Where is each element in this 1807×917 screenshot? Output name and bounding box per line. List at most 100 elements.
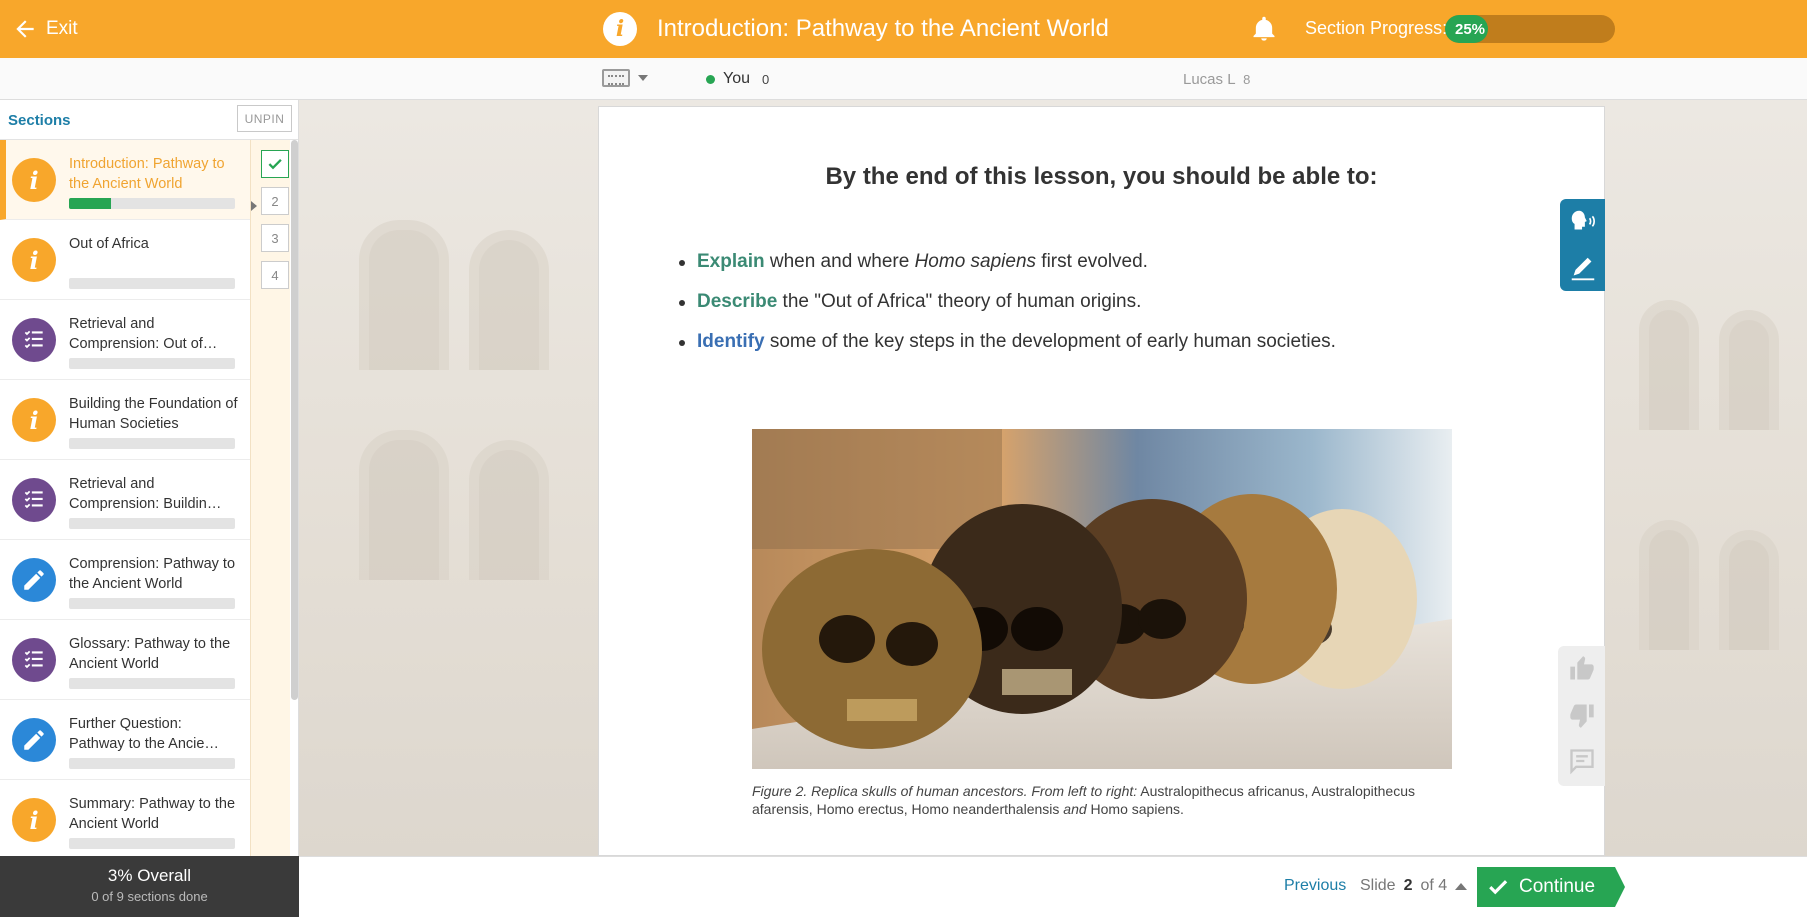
current-slide-arrow-icon (251, 201, 257, 211)
section-progress-fill: 25% (1445, 15, 1488, 43)
presence-you-label: You (723, 70, 750, 87)
objective-text: when and where (764, 251, 915, 272)
section-progress-track (69, 438, 235, 449)
feedback-tools (1558, 646, 1605, 786)
background-arch (469, 230, 549, 370)
unpin-button[interactable]: UNPIN (237, 105, 292, 132)
background-arch (1719, 310, 1779, 430)
objective-item: Describe the "Out of Africa" theory of h… (679, 291, 1336, 331)
section-progress-track (69, 198, 235, 209)
comment-button[interactable] (1558, 738, 1605, 784)
sidebar-section-item[interactable]: i Out of Africa (0, 220, 250, 300)
info-icon: i (12, 798, 56, 842)
slide-number-button[interactable]: 2 (261, 187, 289, 215)
objective-keyword: Explain (697, 251, 765, 272)
exit-label: Exit (46, 18, 78, 39)
background-arch (1639, 300, 1699, 430)
sidebar-section-item[interactable]: i Introduction: Pathway to the Ancient Wo… (0, 140, 250, 220)
slide-heading: By the end of this lesson, you should be… (825, 163, 1378, 190)
objectives-list: Explain when and where Homo sapiens firs… (679, 251, 1336, 371)
checklist-icon (12, 638, 56, 682)
background-arch (469, 440, 549, 580)
keyboard-icon (602, 69, 630, 87)
slide-number-button[interactable]: 3 (261, 224, 289, 252)
thumbs-up-button[interactable] (1558, 646, 1605, 692)
sidebar-section-label: Retrieval and Comprension: Out of… (69, 316, 218, 352)
objective-text: the "Out of Africa" theory of human orig… (777, 291, 1142, 312)
sidebar-section-item[interactable]: Further Question: Pathway to the Ancie… (0, 700, 250, 780)
arrow-left-icon (16, 20, 34, 38)
objective-item: Identify some of the key steps in the de… (679, 331, 1336, 371)
info-icon: i (12, 398, 56, 442)
sidebar-scrollbar[interactable] (291, 140, 298, 700)
presence-you: You 0 (706, 70, 769, 88)
sidebar-section-label: Out of Africa (69, 236, 149, 252)
sidebar-section-label: Retrieval and Comprension: Buildin… (69, 476, 222, 512)
sidebar-section-item[interactable]: i Summary: Pathway to the Ancient World (0, 780, 250, 856)
previous-button[interactable]: Previous (1284, 877, 1346, 895)
sidebar-section-label: Building the Foundation of Human Societi… (69, 396, 238, 432)
online-dot-icon (706, 74, 715, 84)
info-icon: i (12, 238, 56, 282)
skulls-illustration (752, 429, 1452, 769)
slide-rail: 2 3 4 (250, 140, 290, 856)
figure-caption: Figure 2. Replica skulls of human ancest… (752, 782, 1462, 818)
page-title: Introduction: Pathway to the Ancient Wor… (657, 15, 1109, 42)
thumbs-down-button[interactable] (1558, 692, 1605, 738)
objective-keyword: Identify (697, 331, 765, 352)
info-icon: i (603, 12, 637, 46)
exit-button[interactable]: Exit (12, 14, 78, 44)
slide-number-button[interactable] (261, 150, 289, 178)
bottom-nav: Previous Slide 2 of 4 Continue (299, 856, 1807, 917)
top-bar: Exit i Introduction: Pathway to the Anci… (0, 0, 1807, 58)
info-icon: i (12, 158, 56, 202)
continue-button[interactable]: Continue (1477, 867, 1625, 907)
checklist-icon (12, 318, 56, 362)
text-to-speech-button[interactable] (1560, 199, 1605, 245)
section-progress-bar: 25% (1445, 15, 1615, 43)
overall-progress: 3% Overall 0 of 9 sections done (0, 856, 299, 917)
sidebar-section-label: Introduction: Pathway to the Ancient Wor… (69, 156, 225, 192)
thumbs-up-icon (1569, 656, 1594, 680)
chevron-up-icon[interactable] (1455, 882, 1468, 890)
sidebar-section-item[interactable]: Retrieval and Comprension: Out of… (0, 300, 250, 380)
section-progress-track (69, 358, 235, 369)
side-tools (1560, 199, 1605, 291)
keyboard-dropdown[interactable] (602, 69, 648, 87)
overall-progress-percent: 3% Overall (107, 866, 192, 885)
sidebar-section-item[interactable]: Comprension: Pathway to the Ancient Worl… (0, 540, 250, 620)
caption-and: and (1063, 801, 1087, 817)
annotate-button[interactable] (1560, 245, 1605, 291)
sidebar-section-label: Glossary: Pathway to the Ancient World (69, 636, 231, 672)
skulls-photo (752, 429, 1452, 769)
bell-icon[interactable] (1250, 14, 1278, 44)
slide-number-button[interactable]: 4 (261, 261, 289, 289)
sidebar-section-item[interactable]: i Building the Foundation of Human Societ… (0, 380, 250, 460)
section-progress-track (69, 518, 235, 529)
caption-lead: Figure 2. Replica skulls of human ancest… (752, 783, 1138, 799)
title-group: i Introduction: Pathway to the Ancient W… (603, 12, 1109, 46)
presence-peer-name: Lucas L (1183, 71, 1235, 88)
sidebar-header: Sections UNPIN (0, 100, 298, 140)
objective-text: some of the key steps in the development… (764, 331, 1336, 352)
thumbs-down-icon (1569, 704, 1594, 728)
section-progress-value: 25% (1455, 20, 1486, 38)
section-progress-label: Section Progress: (1305, 18, 1448, 38)
pen-icon (1571, 257, 1594, 281)
objective-text-end: first evolved. (1036, 251, 1148, 272)
background-arch (359, 220, 449, 370)
pencil-icon (12, 558, 56, 602)
section-progress-track (69, 678, 235, 689)
sidebar-section-item[interactable]: Retrieval and Comprension: Buildin… (0, 460, 250, 540)
continue-label: Continue (1519, 876, 1596, 897)
slide-word: Slide (1360, 877, 1396, 894)
sidebar-title: Sections (8, 112, 71, 129)
chevron-down-icon (638, 75, 648, 81)
sidebar-section-item[interactable]: Glossary: Pathway to the Ancient World (0, 620, 250, 700)
checkmark-icon (1489, 880, 1508, 895)
objective-italic: Homo sapiens (914, 251, 1037, 272)
comment-icon (1569, 749, 1594, 775)
sections-sidebar: Sections UNPIN i Introduction: Pathway to… (0, 100, 299, 856)
presence-peer: Lucas L 8 (1183, 71, 1250, 88)
sidebar-section-label: Further Question: Pathway to the Ancie… (69, 716, 219, 752)
